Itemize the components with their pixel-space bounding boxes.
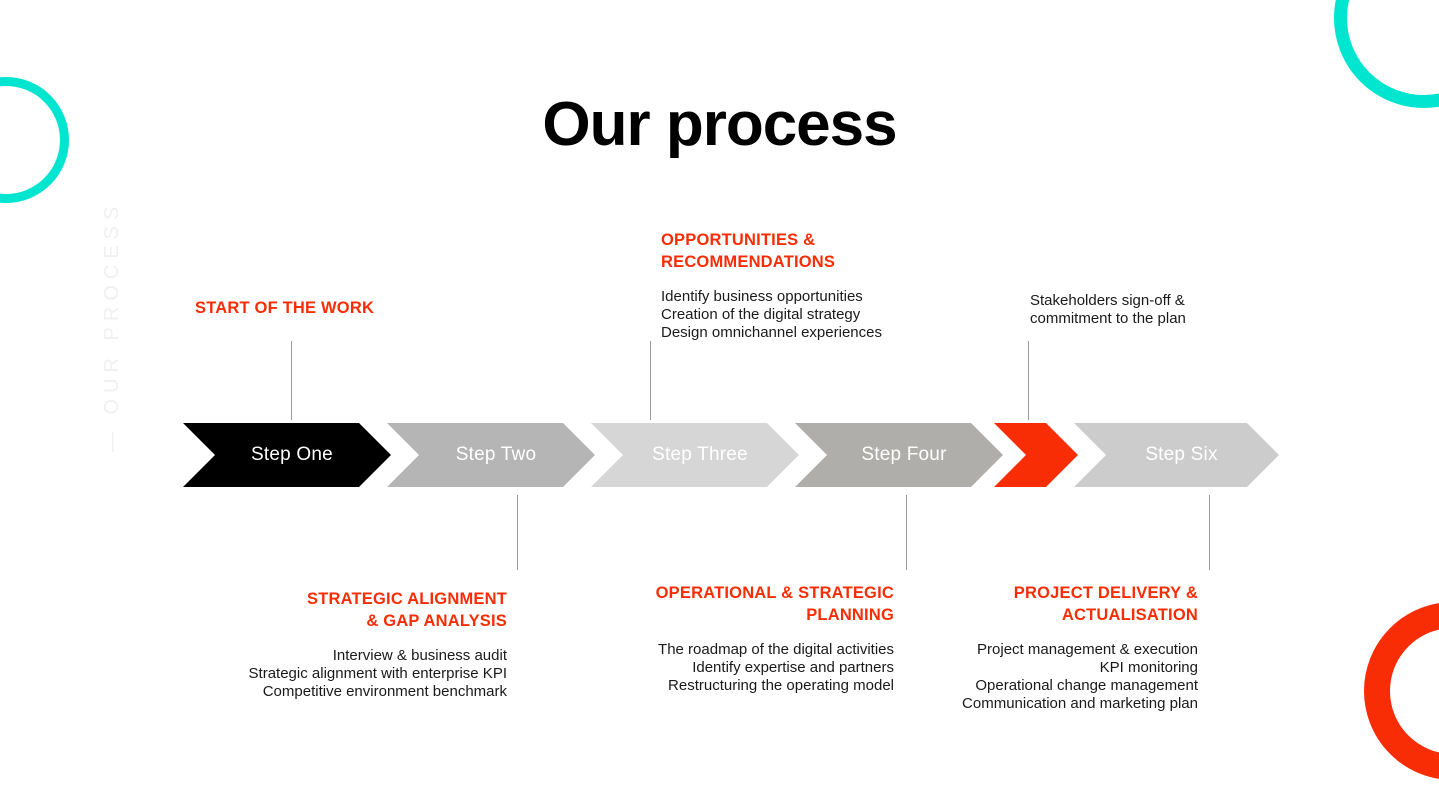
callout-operational-planning-heading-line-2: PLANNING	[806, 606, 894, 625]
callout-opportunities-line-1: Identify business opportunities	[661, 287, 863, 305]
process-step-one-label: Step One	[251, 444, 333, 465]
callout-strategic-alignment-heading-line-2: & GAP ANALYSIS	[366, 612, 507, 631]
callout-operational-strategic-planning: OPERATIONAL & STRATEGIC PLANNING The roa…	[584, 582, 894, 695]
callout-operational-planning-line-2: Identify expertise and partners	[692, 658, 894, 676]
slide-canvas: Our process — OUR PROCESS Step One Step …	[0, 0, 1439, 808]
process-step-four[interactable]: Step Four	[795, 423, 1003, 487]
callout-stakeholders-signoff: Stakeholders sign-off & commitment to th…	[1030, 292, 1330, 329]
process-step-five[interactable]	[994, 423, 1078, 487]
callout-project-delivery-heading-line-1: PROJECT DELIVERY &	[1013, 584, 1198, 602]
callout-strategic-alignment-line-1: Interview & business audit	[332, 646, 507, 664]
callout-opportunities-recommendations-body: Identify business opportunities Creation…	[661, 288, 991, 343]
process-step-four-label: Step Four	[861, 444, 947, 465]
callout-project-delivery-heading-line-2: ACTUALISATION	[1061, 606, 1198, 625]
callout-strategic-alignment-heading: STRATEGIC ALIGNMENT & GAP ANALYSIS	[197, 588, 507, 633]
callout-opportunities-recommendations-heading: OPPORTUNITIES & RECOMMENDATIONS	[661, 229, 991, 274]
callout-project-delivery-body: Project management & execution KPI monit…	[888, 641, 1198, 714]
process-step-six-label: Step Six	[1145, 444, 1218, 465]
callout-opportunities-heading-line-2: RECOMMENDATIONS	[661, 253, 836, 272]
process-step-three[interactable]: Step Three	[591, 423, 799, 487]
callout-project-delivery-line-4: Communication and marketing plan	[962, 695, 1198, 713]
callout-project-delivery-line-3: Operational change management	[975, 677, 1198, 695]
callout-strategic-alignment-line-3: Competitive environment benchmark	[262, 683, 507, 701]
callout-operational-planning-line-1: The roadmap of the digital activities	[658, 640, 894, 658]
callout-project-delivery-actualisation: PROJECT DELIVERY & ACTUALISATION Project…	[888, 582, 1198, 714]
callout-opportunities-recommendations: OPPORTUNITIES & RECOMMENDATIONS Identify…	[661, 229, 991, 342]
callout-stakeholders-signoff-body: Stakeholders sign-off & commitment to th…	[1030, 292, 1330, 329]
callout-opportunities-line-2: Creation of the digital strategy	[661, 305, 861, 323]
callout-opportunities-line-3: Design omnichannel experiences	[661, 324, 882, 342]
callout-project-delivery-line-1: Project management & execution	[977, 640, 1198, 658]
callout-strategic-alignment-heading-line-1: STRATEGIC ALIGNMENT	[307, 590, 507, 608]
callout-operational-planning-heading-line-1: OPERATIONAL & STRATEGIC	[655, 584, 894, 602]
callout-start-of-the-work: START OF THE WORK	[195, 297, 515, 319]
callout-project-delivery-line-2: KPI monitoring	[1099, 658, 1198, 676]
callout-operational-planning-line-3: Restructuring the operating model	[668, 677, 894, 695]
callout-stakeholders-line-1: Stakeholders sign-off &	[1030, 292, 1185, 309]
callout-project-delivery-heading: PROJECT DELIVERY & ACTUALISATION	[888, 582, 1198, 627]
callout-strategic-alignment-line-2: Strategic alignment with enterprise KPI	[248, 664, 507, 682]
process-step-two[interactable]: Step Two	[387, 423, 595, 487]
callout-start-of-the-work-heading: START OF THE WORK	[195, 299, 375, 317]
process-step-three-label: Step Three	[652, 444, 748, 465]
process-step-two-label: Step Two	[455, 444, 537, 465]
callout-operational-planning-heading: OPERATIONAL & STRATEGIC PLANNING	[584, 582, 894, 627]
callout-strategic-alignment-gap-analysis: STRATEGIC ALIGNMENT & GAP ANALYSIS Inter…	[197, 588, 507, 701]
process-step-one[interactable]: Step One	[183, 423, 391, 487]
callout-operational-planning-body: The roadmap of the digital activities Id…	[584, 641, 894, 696]
callout-stakeholders-line-2: commitment to the plan	[1030, 310, 1186, 328]
callout-strategic-alignment-body: Interview & business audit Strategic ali…	[197, 647, 507, 702]
process-step-six[interactable]: Step Six	[1074, 423, 1279, 487]
callout-opportunities-heading-line-1: OPPORTUNITIES &	[661, 231, 816, 249]
